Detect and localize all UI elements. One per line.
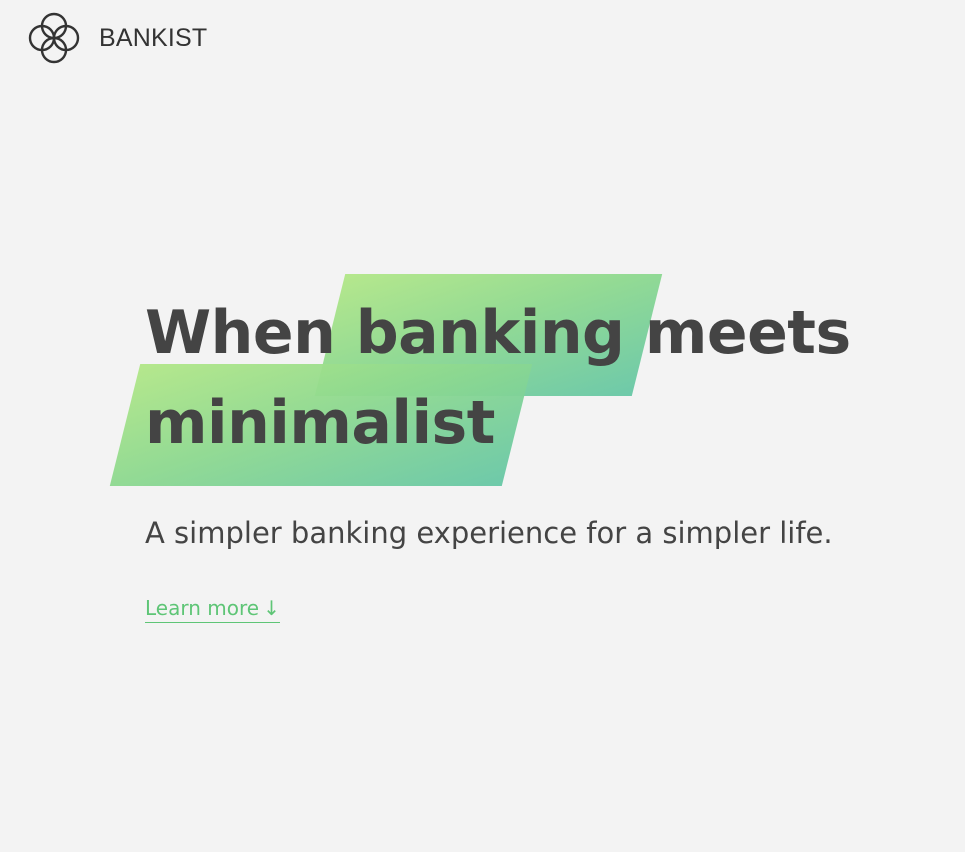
headline-highlight-banking: banking [356,288,625,378]
headline-word-meets: meets [644,298,851,368]
arrow-down-icon: ↓ [263,596,280,620]
headline-highlight-minimalist: minimalist [145,378,495,468]
learn-more-link[interactable]: Learn more ↓ [145,596,280,623]
hero-headline: When banking meets minimalist [145,288,851,468]
headline-word-when: When [145,298,336,368]
hero-subtitle: A simpler banking experience for a simpl… [145,516,833,550]
site-header: BANKIST [26,10,207,66]
logo-icon[interactable] [26,10,82,66]
learn-more-label: Learn more [145,596,260,620]
hero-section: When banking meets minimalist A simpler … [145,288,851,623]
brand-name[interactable]: BANKIST [99,25,207,51]
headline-line-1: When banking meets [145,288,851,378]
headline-line-2: minimalist [145,378,851,468]
